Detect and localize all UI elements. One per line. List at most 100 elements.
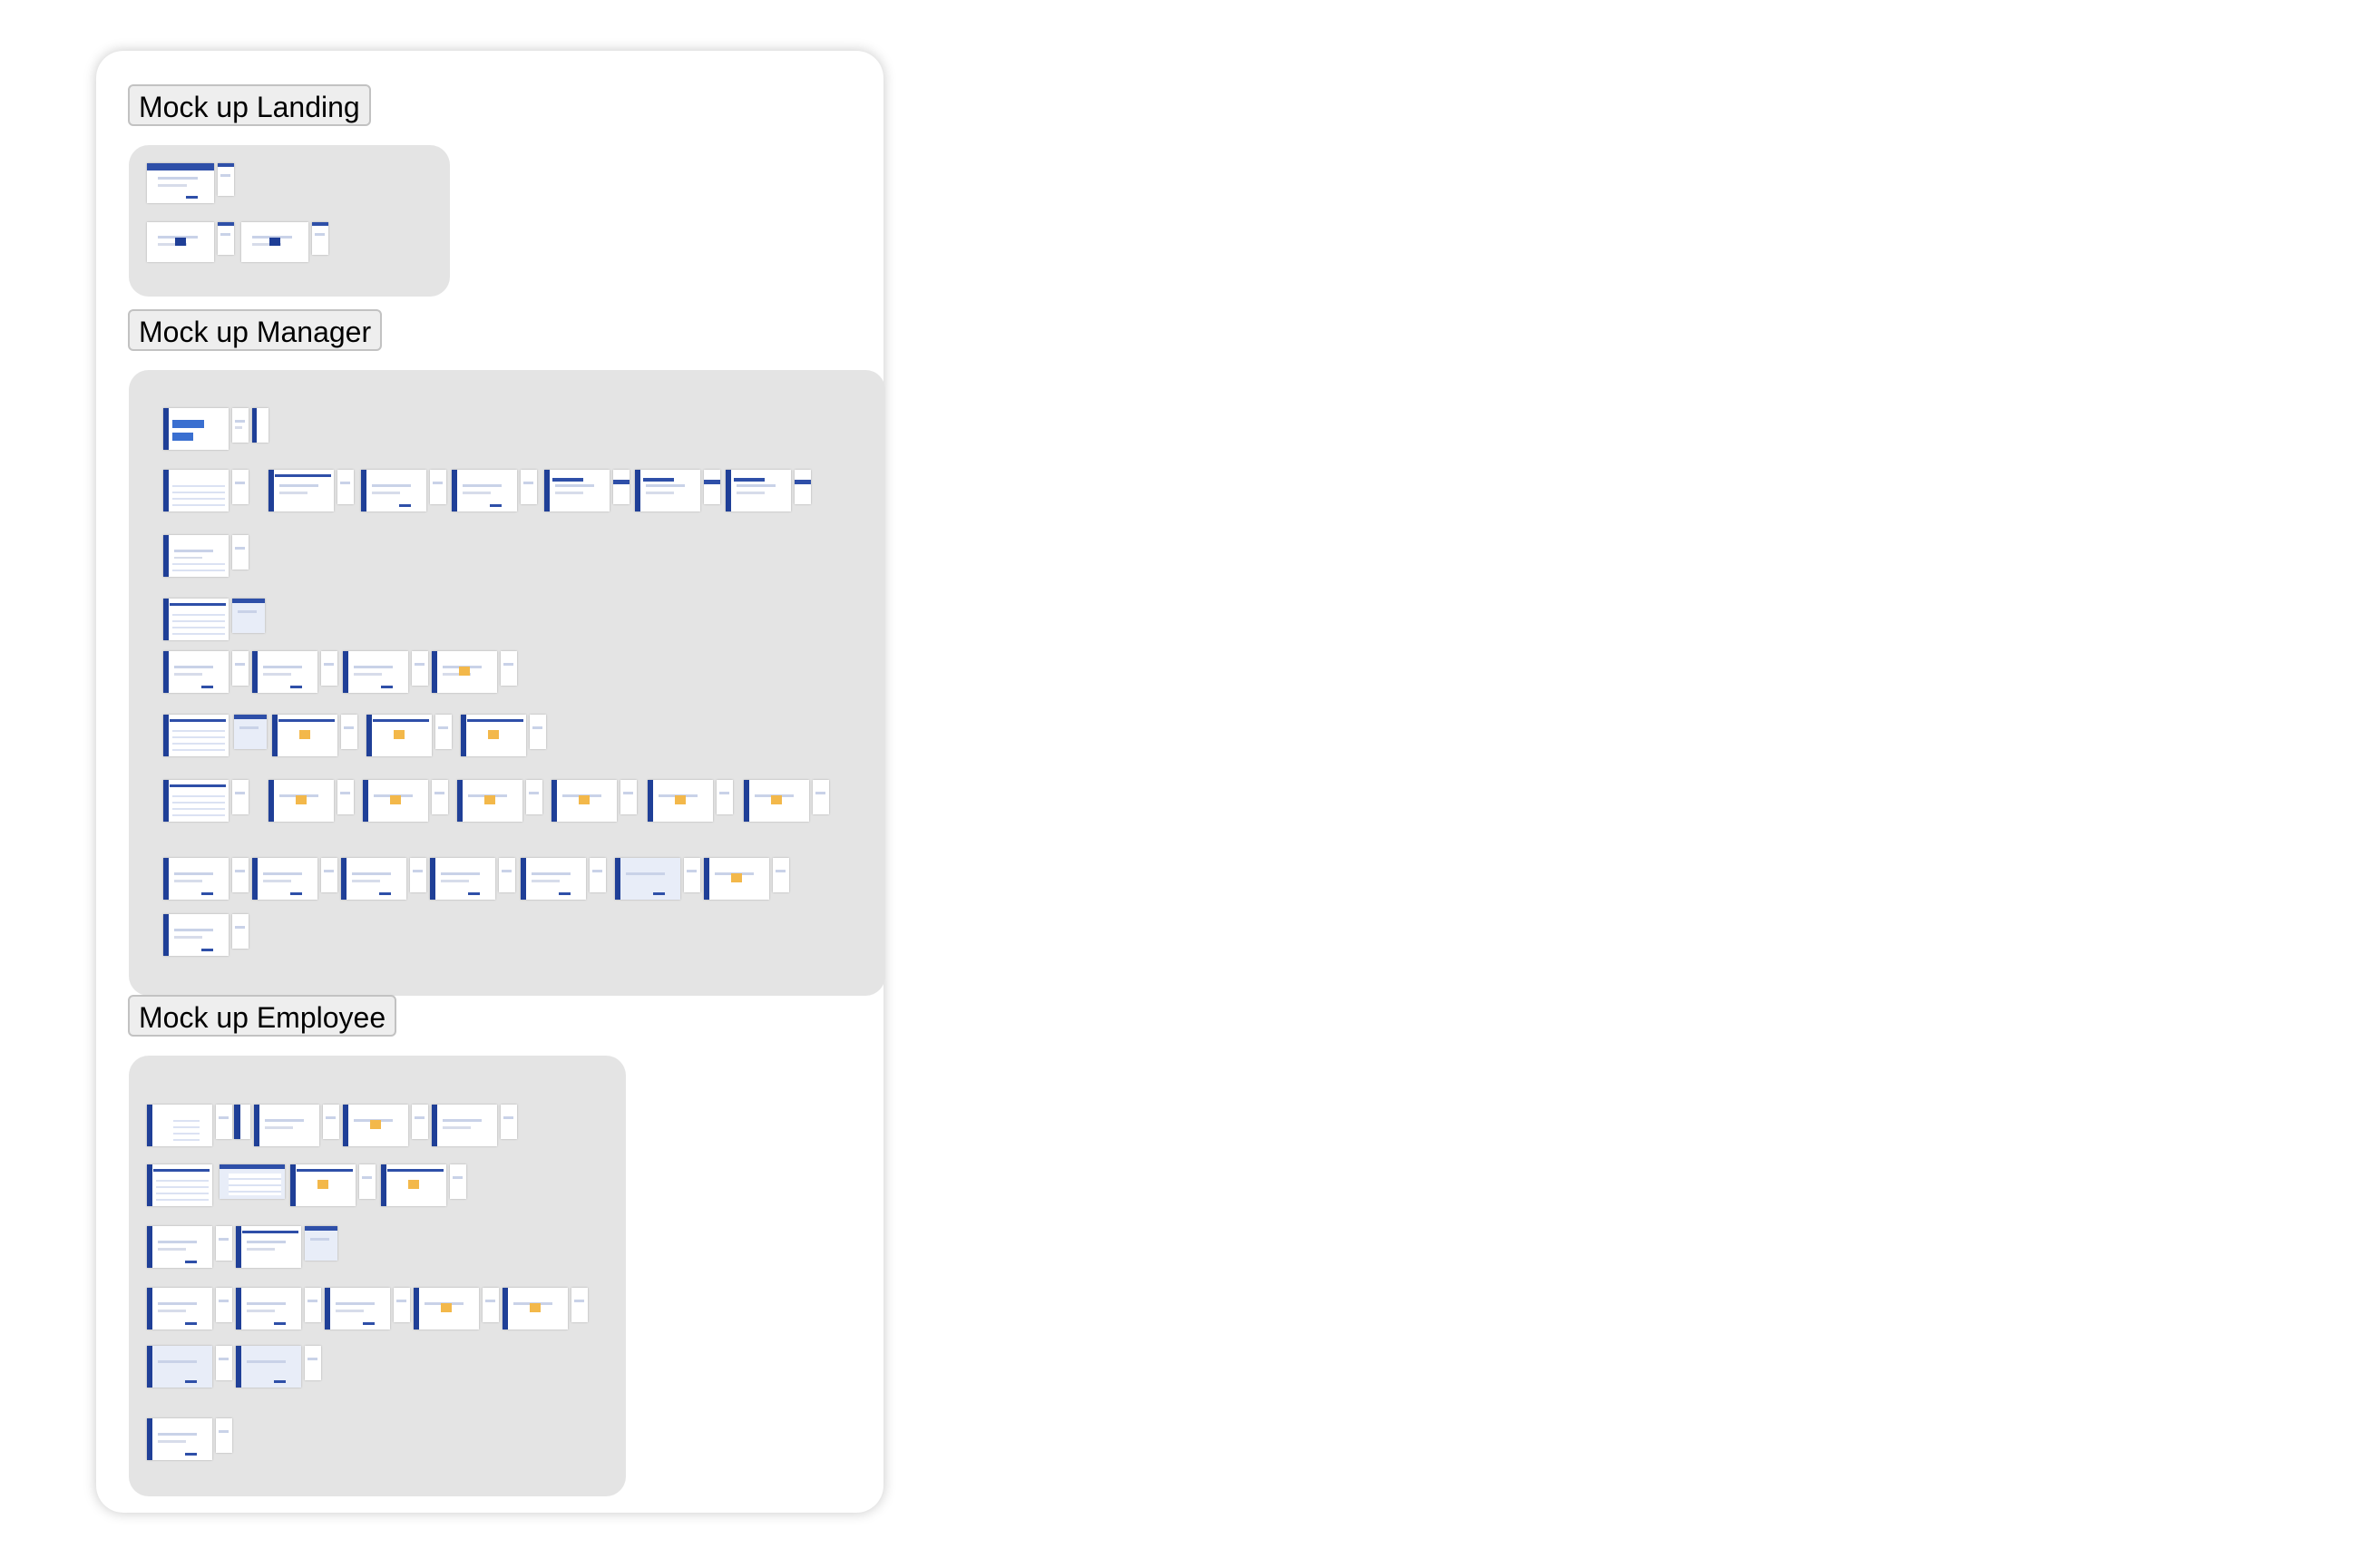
frame-thumbnail[interactable] bbox=[414, 1288, 479, 1329]
frame-thumbnail[interactable] bbox=[236, 1346, 301, 1388]
manager-section-button[interactable]: Mock up Manager bbox=[128, 309, 383, 351]
frame-thumbnail[interactable] bbox=[412, 1105, 428, 1139]
frame-thumbnail[interactable] bbox=[305, 1226, 337, 1261]
frame-thumbnail[interactable] bbox=[341, 715, 357, 749]
frame-thumbnail[interactable] bbox=[305, 1288, 321, 1322]
frame-thumbnail[interactable] bbox=[726, 470, 791, 511]
frame-thumbnail[interactable] bbox=[521, 858, 586, 900]
frame-thumbnail[interactable] bbox=[343, 1105, 408, 1146]
frame-thumbnail[interactable] bbox=[252, 651, 317, 693]
frame-thumbnail[interactable] bbox=[232, 599, 265, 633]
frame-thumbnail[interactable] bbox=[236, 1288, 301, 1329]
frame-thumbnail[interactable] bbox=[216, 1105, 232, 1139]
frame-thumbnail[interactable] bbox=[366, 715, 432, 756]
frame-thumbnail[interactable] bbox=[435, 715, 452, 749]
frame-thumbnail[interactable] bbox=[232, 408, 249, 443]
frame-thumbnail[interactable] bbox=[341, 858, 406, 900]
frame-thumbnail[interactable] bbox=[147, 163, 214, 203]
frame-thumbnail[interactable] bbox=[234, 1105, 250, 1139]
frame-thumbnail[interactable] bbox=[795, 470, 811, 504]
frame-thumbnail[interactable] bbox=[268, 470, 334, 511]
frame-thumbnail[interactable] bbox=[216, 1226, 232, 1261]
frame-thumbnail[interactable] bbox=[147, 1226, 212, 1268]
frame-thumbnail[interactable] bbox=[232, 651, 249, 686]
frame-thumbnail[interactable] bbox=[232, 535, 249, 570]
frame-thumbnail[interactable] bbox=[216, 1288, 232, 1322]
frame-thumbnail[interactable] bbox=[321, 651, 337, 686]
frame-thumbnail[interactable] bbox=[337, 780, 354, 814]
frame-thumbnail[interactable] bbox=[272, 715, 337, 756]
employee-section-button[interactable]: Mock up Employee bbox=[128, 995, 397, 1037]
frame-thumbnail[interactable] bbox=[268, 780, 334, 822]
frame-thumbnail[interactable] bbox=[813, 780, 829, 814]
frame-thumbnail[interactable] bbox=[450, 1164, 466, 1199]
frame-thumbnail[interactable] bbox=[147, 1346, 212, 1388]
frame-thumbnail[interactable] bbox=[163, 599, 229, 640]
frame-thumbnail[interactable] bbox=[337, 470, 354, 504]
frame-thumbnail[interactable] bbox=[147, 1288, 212, 1329]
frame-thumbnail[interactable] bbox=[432, 651, 497, 693]
frame-thumbnail[interactable] bbox=[216, 1346, 232, 1380]
frame-thumbnail[interactable] bbox=[241, 222, 308, 262]
frame-thumbnail[interactable] bbox=[232, 858, 249, 892]
frame-thumbnail[interactable] bbox=[648, 780, 713, 822]
frame-thumbnail[interactable] bbox=[704, 470, 720, 504]
frame-thumbnail[interactable] bbox=[501, 651, 517, 686]
frame-thumbnail[interactable] bbox=[252, 408, 268, 443]
frame-thumbnail[interactable] bbox=[552, 780, 617, 822]
frame-thumbnail[interactable] bbox=[163, 780, 229, 822]
frame-thumbnail[interactable] bbox=[717, 780, 733, 814]
frame-thumbnail[interactable] bbox=[312, 222, 328, 255]
frame-thumbnail[interactable] bbox=[305, 1346, 321, 1380]
frame-thumbnail[interactable] bbox=[394, 1288, 410, 1322]
landing-section-button[interactable]: Mock up Landing bbox=[128, 84, 371, 126]
frame-thumbnail[interactable] bbox=[684, 858, 700, 892]
frame-thumbnail[interactable] bbox=[323, 1105, 339, 1139]
frame-thumbnail[interactable] bbox=[252, 858, 317, 900]
frame-thumbnail[interactable] bbox=[704, 858, 769, 900]
frame-thumbnail[interactable] bbox=[220, 1164, 285, 1199]
frame-thumbnail[interactable] bbox=[410, 858, 426, 892]
frame-thumbnail[interactable] bbox=[432, 1105, 497, 1146]
frame-thumbnail[interactable] bbox=[361, 470, 426, 511]
frame-thumbnail[interactable] bbox=[773, 858, 789, 892]
frame-thumbnail[interactable] bbox=[430, 470, 446, 504]
frame-thumbnail[interactable] bbox=[232, 780, 249, 814]
frame-thumbnail[interactable] bbox=[321, 858, 337, 892]
frame-thumbnail[interactable] bbox=[613, 470, 630, 504]
frame-thumbnail[interactable] bbox=[163, 408, 229, 450]
frame-thumbnail[interactable] bbox=[163, 651, 229, 693]
frame-thumbnail[interactable] bbox=[147, 222, 214, 262]
frame-thumbnail[interactable] bbox=[430, 858, 495, 900]
frame-thumbnail[interactable] bbox=[590, 858, 606, 892]
frame-thumbnail[interactable] bbox=[163, 470, 229, 511]
frame-thumbnail[interactable] bbox=[452, 470, 517, 511]
frame-thumbnail[interactable] bbox=[615, 858, 680, 900]
frame-thumbnail[interactable] bbox=[232, 914, 249, 949]
frame-thumbnail[interactable] bbox=[412, 651, 428, 686]
frame-thumbnail[interactable] bbox=[218, 222, 234, 255]
frame-thumbnail[interactable] bbox=[163, 914, 229, 956]
frame-thumbnail[interactable] bbox=[290, 1164, 356, 1206]
frame-thumbnail[interactable] bbox=[343, 651, 408, 693]
frame-thumbnail[interactable] bbox=[232, 470, 249, 504]
frame-thumbnail[interactable] bbox=[234, 715, 267, 749]
frame-thumbnail[interactable] bbox=[147, 1418, 212, 1460]
frame-thumbnail[interactable] bbox=[218, 163, 234, 196]
frame-thumbnail[interactable] bbox=[526, 780, 542, 814]
frame-thumbnail[interactable] bbox=[461, 715, 526, 756]
frame-thumbnail[interactable] bbox=[503, 1288, 568, 1329]
frame-thumbnail[interactable] bbox=[635, 470, 700, 511]
frame-thumbnail[interactable] bbox=[163, 858, 229, 900]
frame-thumbnail[interactable] bbox=[744, 780, 809, 822]
frame-thumbnail[interactable] bbox=[147, 1105, 212, 1146]
frame-thumbnail[interactable] bbox=[499, 858, 515, 892]
frame-thumbnail[interactable] bbox=[521, 470, 537, 504]
frame-thumbnail[interactable] bbox=[544, 470, 610, 511]
frame-thumbnail[interactable] bbox=[254, 1105, 319, 1146]
frame-thumbnail[interactable] bbox=[236, 1226, 301, 1268]
frame-thumbnail[interactable] bbox=[216, 1418, 232, 1453]
frame-thumbnail[interactable] bbox=[571, 1288, 588, 1322]
frame-thumbnail[interactable] bbox=[483, 1288, 499, 1322]
frame-thumbnail[interactable] bbox=[147, 1164, 212, 1206]
